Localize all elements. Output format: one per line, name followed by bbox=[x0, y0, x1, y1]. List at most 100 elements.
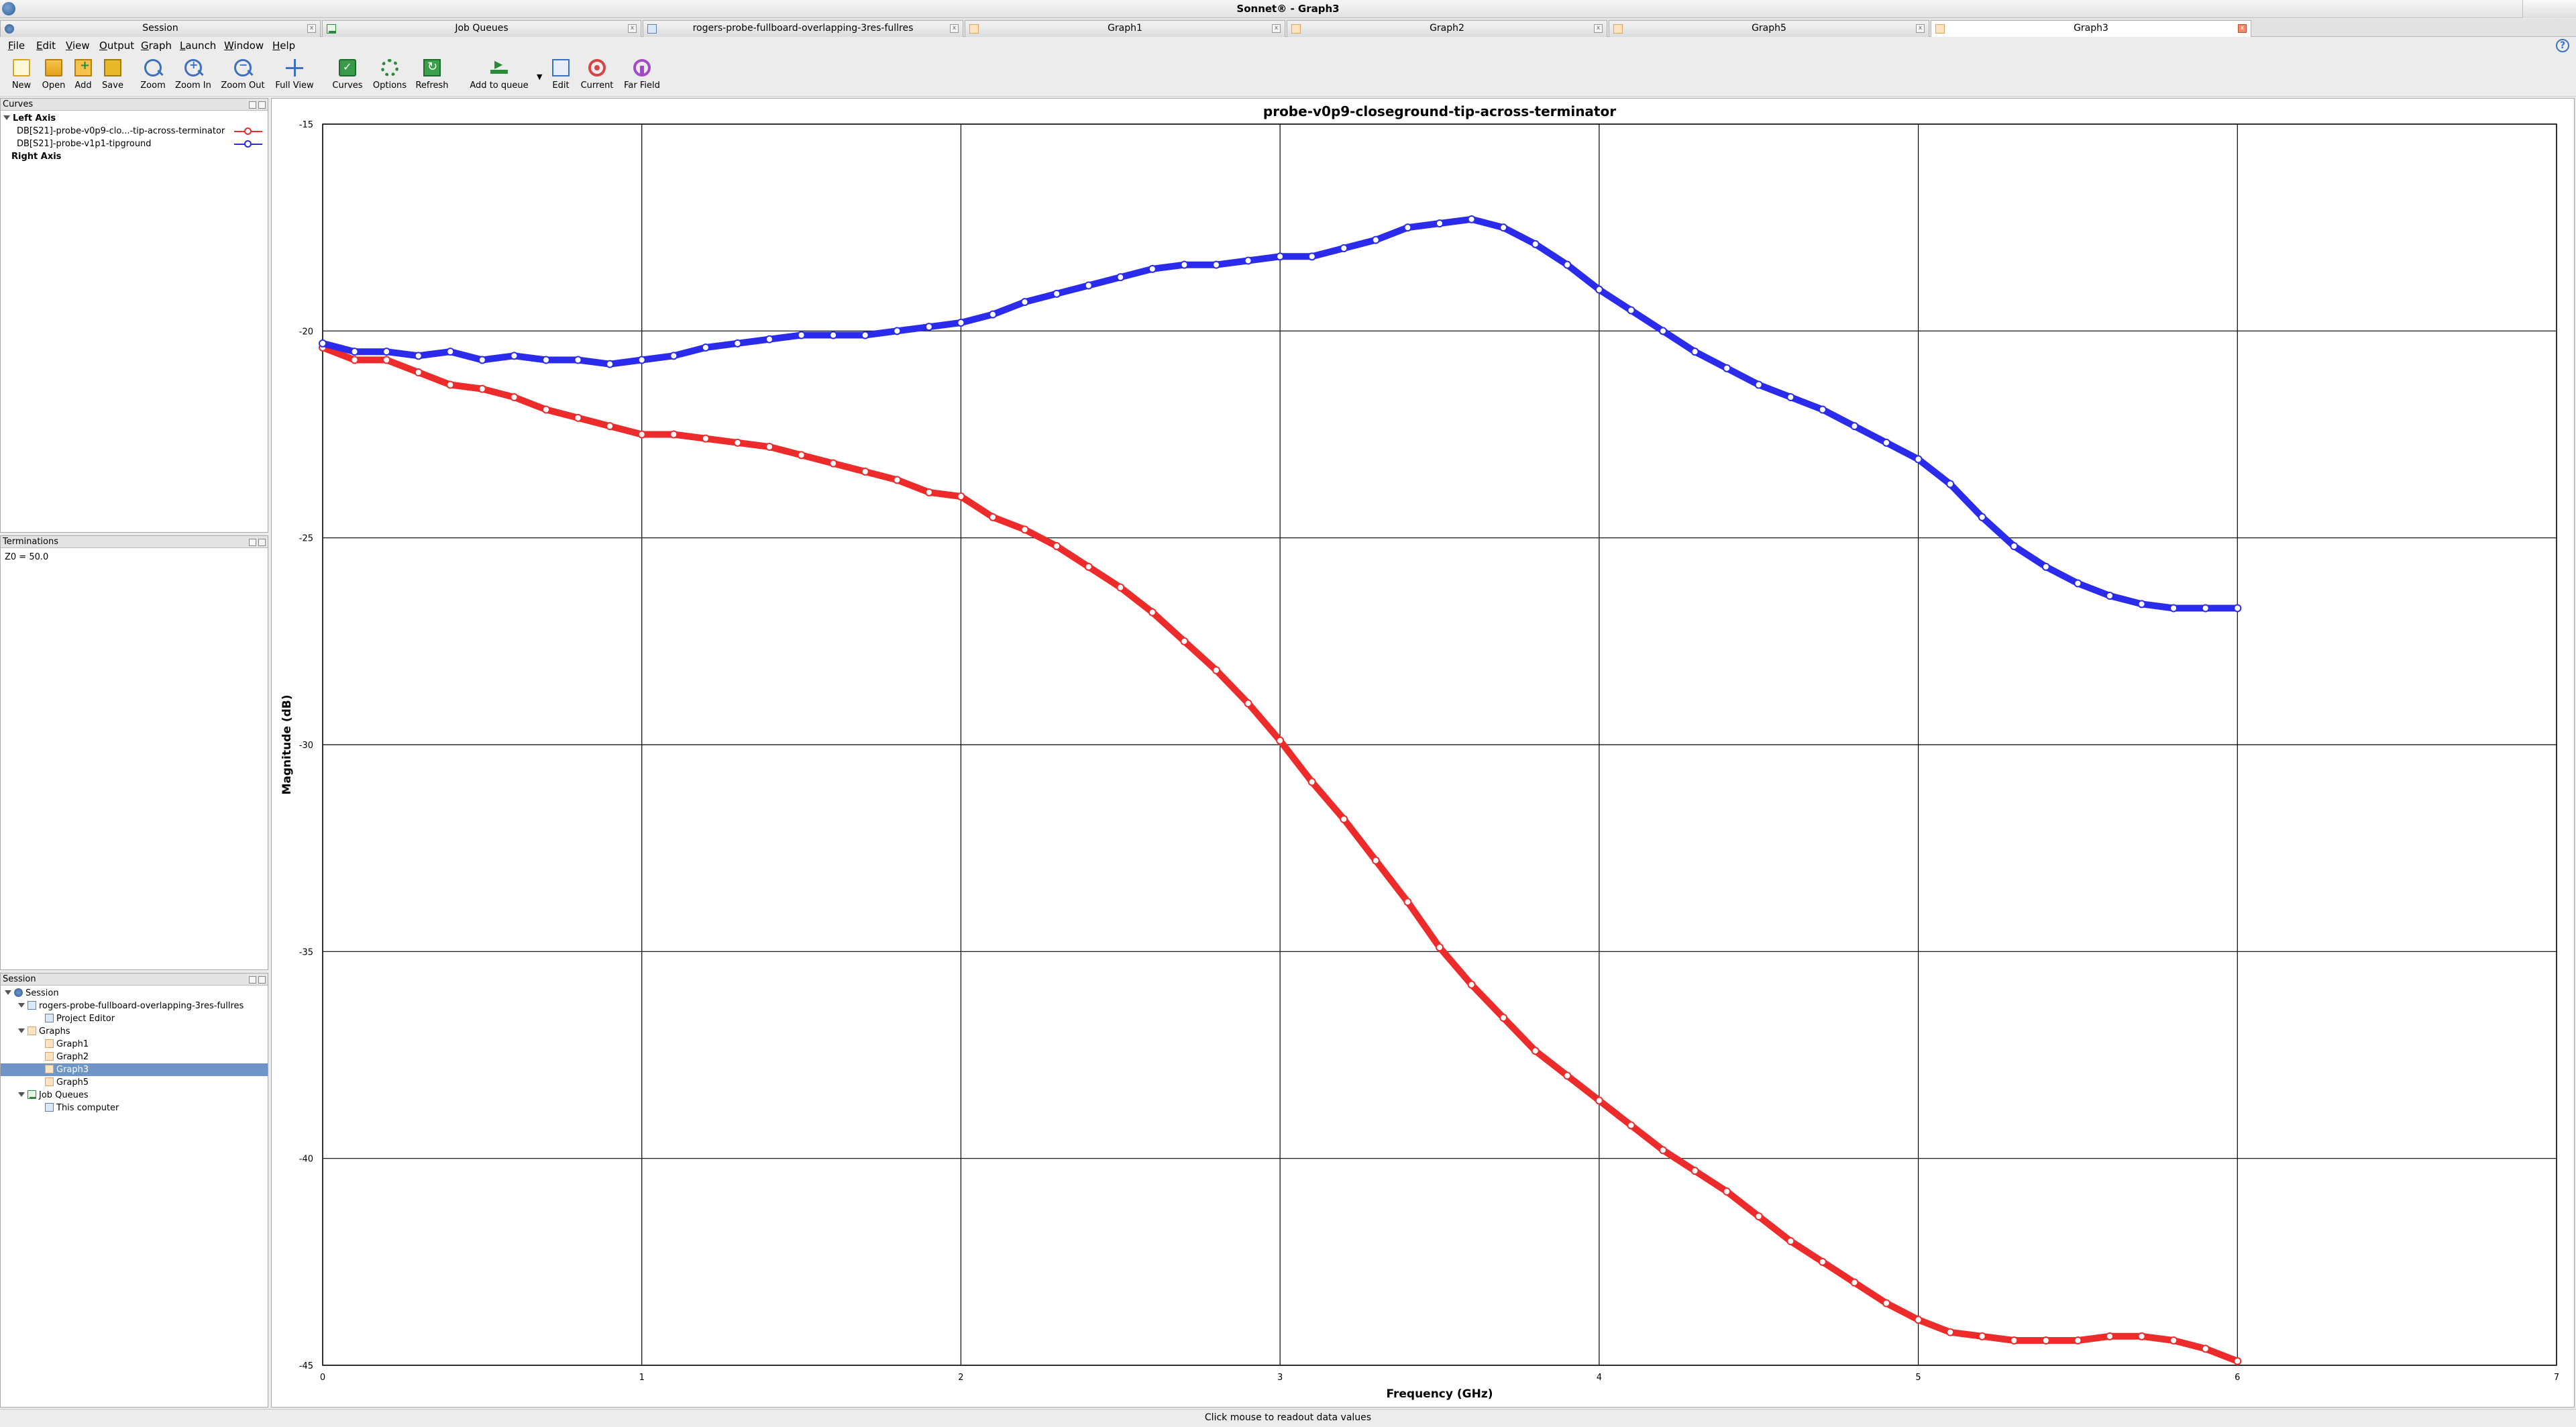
data-point-1 bbox=[1531, 1047, 1540, 1055]
add-to-queue-icon bbox=[490, 58, 508, 76]
tab-close-icon[interactable]: x bbox=[1594, 24, 1603, 33]
float-panel-icon[interactable] bbox=[249, 539, 256, 546]
float-panel-icon[interactable] bbox=[249, 976, 256, 984]
curves-button[interactable]: Curves bbox=[329, 59, 366, 94]
tree-this-computer[interactable]: This computer bbox=[1, 1102, 268, 1114]
tree-project[interactable]: rogers-probe-fullboard-overlapping-3res-… bbox=[1, 1000, 268, 1012]
tab-close-icon[interactable]: x bbox=[1272, 24, 1281, 33]
data-point-1 bbox=[669, 430, 678, 439]
add-to-queue-button[interactable]: Add to queue bbox=[467, 58, 531, 94]
y-tick-label: -35 bbox=[299, 947, 313, 957]
expand-arrow-icon[interactable] bbox=[18, 1092, 25, 1097]
expand-arrow-icon[interactable] bbox=[5, 990, 11, 995]
add-button[interactable]: Add bbox=[70, 58, 97, 94]
tree-graph5[interactable]: Graph5 bbox=[1, 1076, 268, 1089]
terminations-panel-header: Terminations bbox=[1, 536, 268, 548]
x-tick-label: 4 bbox=[1597, 1373, 1602, 1383]
options-button[interactable]: Options bbox=[370, 59, 409, 94]
maximize-button[interactable] bbox=[2522, 0, 2576, 18]
data-point-2 bbox=[669, 352, 678, 360]
tab-close-icon[interactable]: x bbox=[950, 24, 959, 33]
left-axis-node[interactable]: Left Axis bbox=[1, 112, 268, 125]
close-panel-icon[interactable] bbox=[258, 101, 266, 109]
expand-arrow-icon[interactable] bbox=[3, 115, 10, 120]
close-panel-icon[interactable] bbox=[258, 539, 266, 546]
right-axis-node[interactable]: Right Axis bbox=[1, 150, 268, 163]
open-button[interactable]: Open bbox=[39, 59, 68, 94]
far-field-button[interactable]: Far Field bbox=[620, 59, 664, 94]
tab-close-icon[interactable]: x bbox=[628, 24, 637, 33]
tree-graphs[interactable]: Graphs bbox=[1, 1025, 268, 1038]
tree-label: This computer bbox=[56, 1103, 119, 1113]
expand-arrow-icon[interactable] bbox=[18, 1028, 25, 1033]
menu-help[interactable]: Help bbox=[272, 40, 295, 52]
menu-output[interactable]: Output bbox=[99, 40, 134, 52]
graph-view[interactable]: probe-v0p9-closeground-tip-across-termin… bbox=[271, 98, 2575, 1408]
tree-graph2[interactable]: Graph2 bbox=[1, 1051, 268, 1063]
menu-window[interactable]: Window bbox=[224, 40, 264, 52]
full-view-button[interactable]: Full View bbox=[271, 59, 318, 94]
current-button[interactable]: Current bbox=[577, 59, 617, 94]
tab-graph3[interactable]: Graph3 x bbox=[1931, 20, 2251, 37]
graph-icon bbox=[45, 1039, 54, 1048]
session-icon bbox=[5, 24, 14, 34]
close-panel-icon[interactable] bbox=[258, 976, 266, 984]
zoom-in-button[interactable]: Zoom In bbox=[172, 58, 215, 94]
zoom-button[interactable]: Zoom bbox=[137, 59, 169, 94]
data-point-1 bbox=[701, 434, 710, 443]
panel-title: Terminations bbox=[3, 537, 59, 547]
expand-arrow-icon[interactable] bbox=[18, 1003, 25, 1008]
tree-label: Job Queues bbox=[39, 1090, 89, 1100]
tab-graph5[interactable]: Graph5 x bbox=[1609, 20, 1929, 37]
menu-view[interactable]: View bbox=[66, 40, 90, 52]
menu-file[interactable]: File bbox=[8, 40, 25, 52]
chevron-down-icon[interactable]: ▼ bbox=[537, 72, 542, 81]
tab-close-icon[interactable]: x bbox=[1916, 24, 1925, 33]
tree-project-editor[interactable]: Project Editor bbox=[1, 1012, 268, 1025]
x-tick-label: 6 bbox=[2235, 1373, 2240, 1383]
plot-canvas[interactable]: probe-v0p9-closeground-tip-across-termin… bbox=[272, 99, 2574, 1407]
data-point-2 bbox=[2010, 542, 2019, 550]
tab-close-icon[interactable]: x bbox=[307, 24, 316, 33]
data-point-2 bbox=[574, 356, 582, 364]
data-point-1 bbox=[574, 413, 582, 422]
right-axis-label: Right Axis bbox=[11, 152, 62, 162]
tree-session-root[interactable]: Session bbox=[1, 987, 268, 1000]
menu-graph[interactable]: Graph bbox=[141, 40, 172, 52]
help-icon[interactable]: ? bbox=[2556, 39, 2569, 52]
tab-graph1[interactable]: Graph1 x bbox=[965, 20, 1285, 37]
curve-item-red[interactable]: DB[S21]-probe-v0p9-clo...-tip-across-ter… bbox=[1, 125, 268, 138]
new-button[interactable]: New bbox=[8, 59, 35, 94]
y-tick-label: -40 bbox=[299, 1155, 313, 1165]
refresh-button[interactable]: Refresh bbox=[412, 59, 452, 94]
data-point-2 bbox=[1116, 273, 1125, 282]
tab-session[interactable]: Session x bbox=[0, 20, 321, 37]
graph-icon bbox=[969, 24, 979, 34]
data-point-2 bbox=[2169, 604, 2178, 613]
tab-graph2[interactable]: Graph2 x bbox=[1287, 20, 1607, 37]
tree-label: Graph3 bbox=[56, 1065, 89, 1075]
data-point-2 bbox=[446, 348, 455, 356]
tab-close-icon[interactable]: x bbox=[2238, 24, 2247, 33]
tree-label: Graph2 bbox=[56, 1052, 89, 1062]
tree-job-queues[interactable]: Job Queues bbox=[1, 1089, 268, 1102]
sonnet-window: Sonnet® - Graph3 Session x Job Queues x … bbox=[0, 0, 2576, 1427]
menu-launch[interactable]: Launch bbox=[180, 40, 216, 52]
tab-job-queues[interactable]: Job Queues x bbox=[322, 20, 641, 37]
data-point-1 bbox=[924, 488, 933, 496]
tree-graph1[interactable]: Graph1 bbox=[1, 1038, 268, 1051]
float-panel-icon[interactable] bbox=[249, 101, 256, 109]
data-point-1 bbox=[414, 368, 423, 376]
save-button[interactable]: Save bbox=[98, 59, 127, 94]
data-point-1 bbox=[1946, 1328, 1955, 1336]
data-point-1 bbox=[1020, 525, 1029, 534]
curve-item-blue[interactable]: DB[S21]-probe-v1p1-tipground bbox=[1, 138, 268, 150]
data-point-2 bbox=[989, 310, 997, 319]
menu-edit[interactable]: Edit bbox=[36, 40, 56, 52]
tab-project[interactable]: rogers-probe-fullboard-overlapping-3res-… bbox=[643, 20, 963, 37]
data-point-1 bbox=[1053, 542, 1061, 550]
data-point-2 bbox=[2041, 562, 2050, 571]
tree-graph3[interactable]: Graph3 bbox=[1, 1063, 268, 1076]
edit-button[interactable]: Edit bbox=[547, 59, 574, 94]
zoom-out-button[interactable]: Zoom Out bbox=[217, 58, 268, 94]
